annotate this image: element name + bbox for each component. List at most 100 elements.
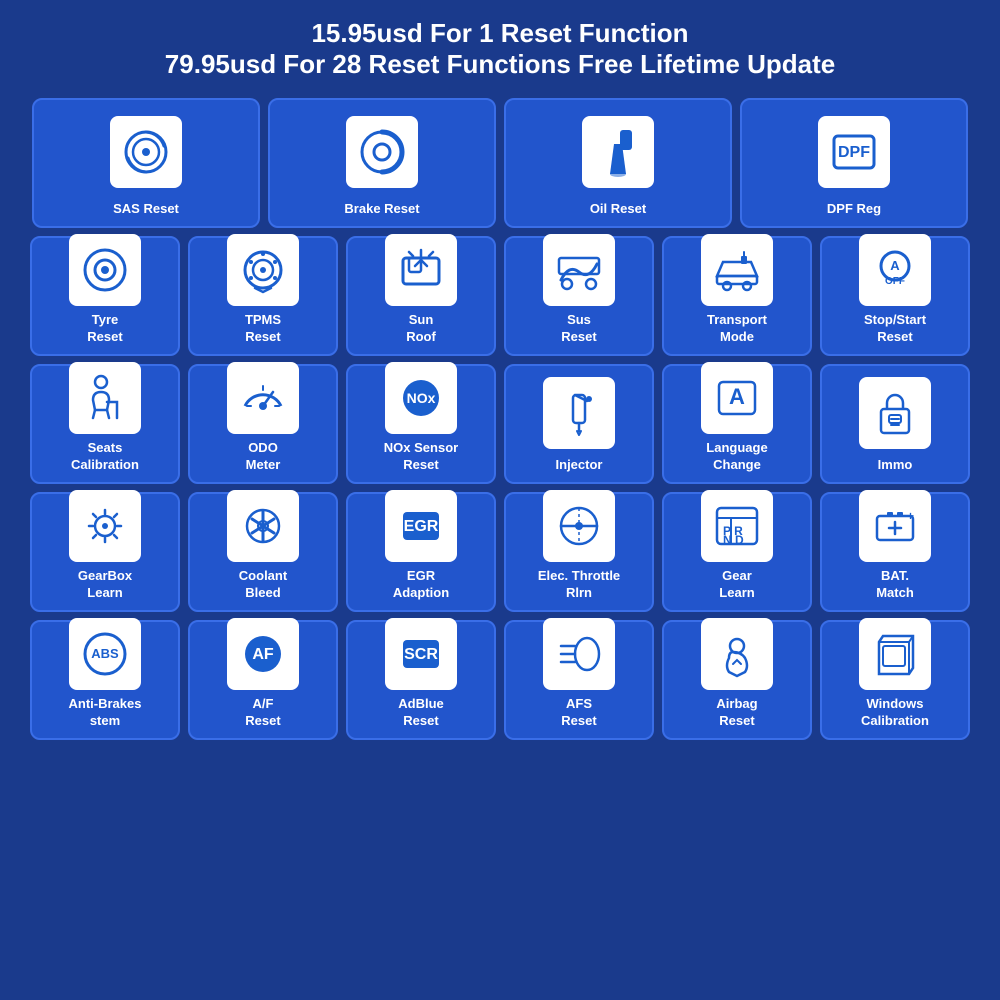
card-label-sus: Sus Reset — [561, 312, 596, 346]
card-label-afs: AFS Reset — [561, 696, 596, 730]
card-icon-sunroof — [352, 234, 490, 306]
function-card-transport[interactable]: Transport Mode — [662, 236, 812, 356]
card-label-sunroof: Sun Roof — [406, 312, 436, 346]
function-card-injector[interactable]: Injector — [504, 364, 654, 484]
svg-text:OFF: OFF — [885, 276, 905, 287]
card-label-coolant: Coolant Bleed — [239, 568, 287, 602]
row-5: ABS Anti-Brakes stem AF A/F Reset SCR Ad… — [12, 620, 988, 740]
card-icon-egr: EGR — [352, 490, 490, 562]
card-icon-af: AF — [194, 618, 332, 690]
card-icon-stopstart: A OFF — [826, 234, 964, 306]
function-card-tpms[interactable]: TPMS Reset — [188, 236, 338, 356]
card-icon-tyre — [36, 234, 174, 306]
card-label-throttle: Elec. Throttle Rlrn — [538, 568, 620, 602]
function-card-airbag[interactable]: Airbag Reset — [662, 620, 812, 740]
grid-container: SAS Reset Brake Reset Oil Reset DPF DPF … — [0, 90, 1000, 748]
function-card-odo[interactable]: ODO Meter — [188, 364, 338, 484]
card-icon-sus — [510, 234, 648, 306]
card-icon-nox: NOx — [352, 362, 490, 434]
function-card-throttle[interactable]: Elec. Throttle Rlrn — [504, 492, 654, 612]
card-label-nox: NOx Sensor Reset — [384, 440, 458, 474]
function-card-gearbox[interactable]: GearBox Learn — [30, 492, 180, 612]
svg-text:A: A — [729, 384, 745, 409]
card-label-stopstart: Stop/Start Reset — [864, 312, 926, 346]
function-card-sus[interactable]: Sus Reset — [504, 236, 654, 356]
card-label-immo: Immo — [878, 457, 913, 474]
card-icon-afs — [510, 618, 648, 690]
function-card-af[interactable]: AF A/F Reset — [188, 620, 338, 740]
row-1: SAS Reset Brake Reset Oil Reset DPF DPF … — [12, 98, 988, 228]
svg-text:SCR: SCR — [404, 646, 438, 663]
header-line2: 79.95usd For 28 Reset Functions Free Lif… — [10, 49, 990, 80]
svg-text:+: + — [907, 509, 914, 523]
function-card-nox[interactable]: NOx NOx Sensor Reset — [346, 364, 496, 484]
card-label-injector: Injector — [556, 457, 603, 474]
svg-text:AF: AF — [252, 646, 274, 663]
header-line1: 15.95usd For 1 Reset Function — [10, 18, 990, 49]
function-card-afs[interactable]: AFS Reset — [504, 620, 654, 740]
card-label-seats: Seats Calibration — [71, 440, 139, 474]
function-card-dpf[interactable]: DPF DPF Reg — [740, 98, 968, 228]
function-card-egr[interactable]: EGR EGR Adaption — [346, 492, 496, 612]
svg-text:EGR: EGR — [404, 518, 439, 535]
function-card-tyre[interactable]: Tyre Reset — [30, 236, 180, 356]
function-card-coolant[interactable]: Coolant Bleed — [188, 492, 338, 612]
card-icon-transport — [668, 234, 806, 306]
row-3: Seats Calibration ODO Meter NOx NOx Sens… — [12, 364, 988, 484]
svg-text:DPF: DPF — [838, 144, 870, 161]
card-label-odo: ODO Meter — [246, 440, 281, 474]
card-label-abs: Anti-Brakes stem — [69, 696, 142, 730]
card-icon-immo — [826, 374, 964, 451]
function-card-windows[interactable]: Windows Calibration — [820, 620, 970, 740]
function-card-immo[interactable]: Immo — [820, 364, 970, 484]
card-label-brake: Brake Reset — [344, 201, 419, 218]
row-2: Tyre Reset TPMS Reset Sun Roof Sus Reset — [12, 236, 988, 356]
svg-text:N D: N D — [723, 533, 744, 547]
card-label-gear: Gear Learn — [719, 568, 754, 602]
card-icon-windows — [826, 618, 964, 690]
card-label-sas: SAS Reset — [113, 201, 179, 218]
function-card-abs[interactable]: ABS Anti-Brakes stem — [30, 620, 180, 740]
function-card-stopstart[interactable]: A OFF Stop/Start Reset — [820, 236, 970, 356]
card-icon-tpms — [194, 234, 332, 306]
card-label-tyre: Tyre Reset — [87, 312, 122, 346]
card-icon-airbag — [668, 618, 806, 690]
svg-text:A: A — [890, 258, 900, 273]
card-icon-sas — [38, 108, 254, 195]
function-card-sas[interactable]: SAS Reset — [32, 98, 260, 228]
function-card-scr[interactable]: SCR AdBlue Reset — [346, 620, 496, 740]
card-label-airbag: Airbag Reset — [716, 696, 757, 730]
function-card-bat[interactable]: + BAT. Match — [820, 492, 970, 612]
card-label-oil: Oil Reset — [590, 201, 646, 218]
function-card-seats[interactable]: Seats Calibration — [30, 364, 180, 484]
card-icon-seats — [36, 362, 174, 434]
header: 15.95usd For 1 Reset Function 79.95usd F… — [0, 0, 1000, 90]
card-label-dpf: DPF Reg — [827, 201, 881, 218]
svg-text:NOx: NOx — [407, 390, 436, 406]
card-icon-brake — [274, 108, 490, 195]
card-icon-abs: ABS — [36, 618, 174, 690]
card-icon-scr: SCR — [352, 618, 490, 690]
function-card-brake[interactable]: Brake Reset — [268, 98, 496, 228]
card-icon-bat: + — [826, 490, 964, 562]
card-icon-coolant — [194, 490, 332, 562]
card-label-tpms: TPMS Reset — [245, 312, 281, 346]
card-icon-oil — [510, 108, 726, 195]
card-icon-gearbox — [36, 490, 174, 562]
function-card-sunroof[interactable]: Sun Roof — [346, 236, 496, 356]
function-card-gear[interactable]: P R N D Gear Learn — [662, 492, 812, 612]
card-icon-language: A — [668, 362, 806, 434]
function-card-oil[interactable]: Oil Reset — [504, 98, 732, 228]
card-label-language: Language Change — [706, 440, 767, 474]
card-label-transport: Transport Mode — [707, 312, 767, 346]
card-icon-odo — [194, 362, 332, 434]
card-label-bat: BAT. Match — [876, 568, 914, 602]
card-icon-gear: P R N D — [668, 490, 806, 562]
card-icon-dpf: DPF — [746, 108, 962, 195]
svg-text:ABS: ABS — [91, 646, 119, 661]
card-label-af: A/F Reset — [245, 696, 280, 730]
card-label-windows: Windows Calibration — [861, 696, 929, 730]
function-card-language[interactable]: A Language Change — [662, 364, 812, 484]
card-icon-throttle — [510, 490, 648, 562]
card-label-scr: AdBlue Reset — [398, 696, 444, 730]
